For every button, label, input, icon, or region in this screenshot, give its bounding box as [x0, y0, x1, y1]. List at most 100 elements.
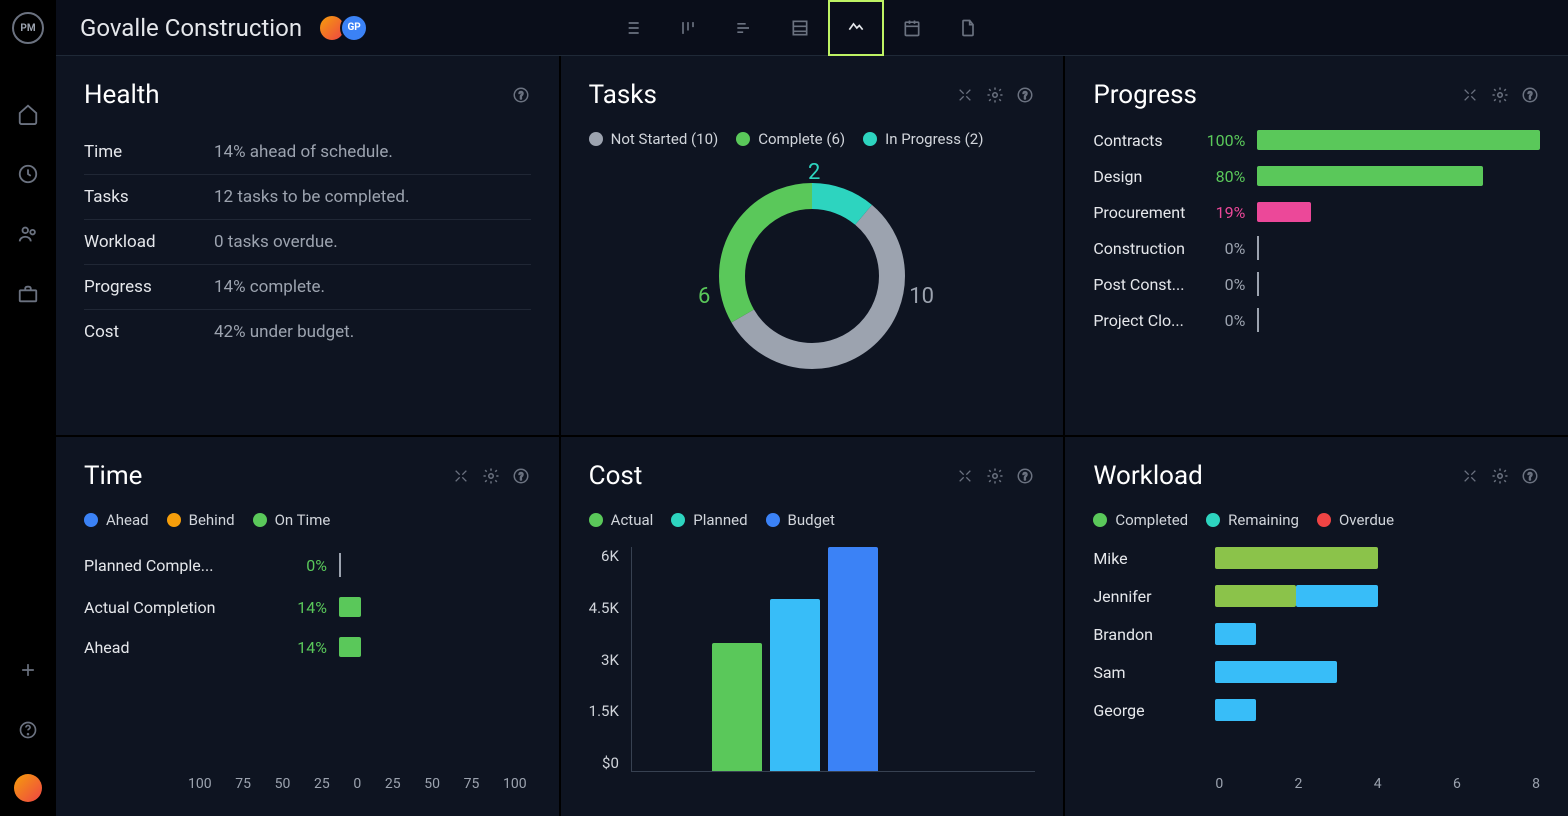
health-value: 0 tasks overdue.	[214, 232, 338, 252]
home-icon[interactable]	[16, 102, 40, 126]
dashboard-grid: Health ? Time14% ahead of schedule. Task…	[56, 56, 1568, 816]
cost-legend: Actual Planned Budget	[589, 511, 1036, 529]
expand-icon[interactable]	[1460, 85, 1480, 105]
board-view-icon[interactable]	[660, 0, 716, 56]
health-label: Tasks	[84, 187, 214, 207]
legend-item: Completed	[1093, 511, 1188, 529]
help-icon[interactable]: ?	[1520, 466, 1540, 486]
health-label: Time	[84, 142, 214, 162]
health-row: Progress14% complete.	[84, 265, 531, 310]
workload-rows: Mike Jennifer Brandon Sam George	[1093, 547, 1540, 721]
panel-title: Health	[84, 80, 511, 110]
project-title: Govalle Construction	[80, 14, 302, 42]
health-row: Time14% ahead of schedule.	[84, 130, 531, 175]
tasks-donut: 2 6 10	[702, 166, 922, 386]
workload-legend: Completed Remaining Overdue	[1093, 511, 1540, 529]
legend-item: Remaining	[1206, 511, 1299, 529]
svg-text:?: ?	[1528, 472, 1533, 483]
expand-icon[interactable]	[955, 466, 975, 486]
gear-icon[interactable]	[1490, 466, 1510, 486]
list-view-icon[interactable]	[604, 0, 660, 56]
time-panel: Time ? Ahead Behind On Time Planned Comp…	[56, 437, 559, 816]
gantt-view-icon[interactable]	[716, 0, 772, 56]
expand-icon[interactable]	[1460, 466, 1480, 486]
file-view-icon[interactable]	[940, 0, 996, 56]
expand-icon[interactable]	[955, 85, 975, 105]
tasks-panel: Tasks ? Not Started (10) Complete (6) In…	[561, 56, 1064, 435]
help-icon[interactable]: ?	[1015, 466, 1035, 486]
legend-item: Actual	[589, 511, 654, 529]
clock-icon[interactable]	[16, 162, 40, 186]
gear-icon[interactable]	[985, 85, 1005, 105]
health-value: 42% under budget.	[214, 322, 354, 342]
time-rows: Planned Comple...0% Actual Completion14%…	[84, 553, 531, 657]
help-icon[interactable]	[16, 718, 40, 742]
svg-text:?: ?	[1528, 91, 1533, 102]
expand-icon[interactable]	[451, 466, 471, 486]
view-tabs	[604, 0, 996, 56]
workload-row: Sam	[1093, 661, 1540, 683]
progress-panel: Progress ? Contracts100% Design80% Procu…	[1065, 56, 1568, 435]
legend-item: Behind	[167, 511, 235, 529]
legend-item: Complete (6)	[736, 130, 845, 148]
member-avatar[interactable]: GP	[340, 14, 368, 42]
main-area: Govalle Construction GP Health ? Ti	[56, 0, 1568, 816]
legend-item: On Time	[253, 511, 331, 529]
left-sidebar: PM	[0, 0, 56, 816]
health-row: Cost42% under budget.	[84, 310, 531, 354]
donut-label: 10	[909, 284, 934, 309]
svg-text:?: ?	[1023, 472, 1028, 483]
user-avatar[interactable]	[14, 774, 42, 802]
time-axis: 1007550250255075100	[184, 776, 531, 792]
sheet-view-icon[interactable]	[772, 0, 828, 56]
workload-row: George	[1093, 699, 1540, 721]
gear-icon[interactable]	[481, 466, 501, 486]
dashboard-view-icon[interactable]	[828, 0, 884, 56]
progress-row: Project Clo...0%	[1093, 310, 1540, 330]
help-icon[interactable]: ?	[1015, 85, 1035, 105]
progress-row: Contracts100%	[1093, 130, 1540, 150]
cost-bar-actual	[712, 643, 762, 771]
topbar: Govalle Construction GP	[56, 0, 1568, 56]
cost-bar-planned	[770, 599, 820, 771]
panel-title: Tasks	[589, 80, 956, 110]
progress-row: Design80%	[1093, 166, 1540, 186]
workload-panel: Workload ? Completed Remaining Overdue M…	[1065, 437, 1568, 816]
workload-row: Jennifer	[1093, 585, 1540, 607]
calendar-view-icon[interactable]	[884, 0, 940, 56]
gear-icon[interactable]	[985, 466, 1005, 486]
donut-label: 6	[698, 284, 710, 309]
health-rows: Time14% ahead of schedule. Tasks12 tasks…	[84, 130, 531, 354]
health-value: 12 tasks to be completed.	[214, 187, 409, 207]
panel-title: Progress	[1093, 80, 1460, 110]
workload-axis: 0 2 4 6 8	[1215, 776, 1540, 792]
health-row: Tasks12 tasks to be completed.	[84, 175, 531, 220]
health-value: 14% complete.	[214, 277, 325, 297]
gear-icon[interactable]	[1490, 85, 1510, 105]
cost-yaxis: 6K4.5K3K1.5K$0	[589, 547, 631, 792]
legend-item: Budget	[766, 511, 835, 529]
plus-icon[interactable]	[16, 658, 40, 682]
health-panel: Health ? Time14% ahead of schedule. Task…	[56, 56, 559, 435]
help-icon[interactable]: ?	[1520, 85, 1540, 105]
tasks-legend: Not Started (10) Complete (6) In Progres…	[589, 130, 1036, 148]
svg-text:?: ?	[1023, 91, 1028, 102]
briefcase-icon[interactable]	[16, 282, 40, 306]
progress-row: Construction0%	[1093, 238, 1540, 258]
cost-chart: 6K4.5K3K1.5K$0	[589, 547, 1036, 792]
legend-item: Overdue	[1317, 511, 1394, 529]
health-row: Workload0 tasks overdue.	[84, 220, 531, 265]
svg-text:?: ?	[518, 91, 523, 102]
workload-row: Mike	[1093, 547, 1540, 569]
time-legend: Ahead Behind On Time	[84, 511, 531, 529]
app-logo[interactable]: PM	[12, 12, 44, 44]
team-icon[interactable]	[16, 222, 40, 246]
help-icon[interactable]: ?	[511, 85, 531, 105]
panel-title: Time	[84, 461, 451, 491]
avatar-group[interactable]: GP	[318, 14, 368, 42]
legend-item: In Progress (2)	[863, 130, 983, 148]
workload-row: Brandon	[1093, 623, 1540, 645]
legend-item: Planned	[671, 511, 747, 529]
cost-bar-budget	[828, 547, 878, 771]
help-icon[interactable]: ?	[511, 466, 531, 486]
